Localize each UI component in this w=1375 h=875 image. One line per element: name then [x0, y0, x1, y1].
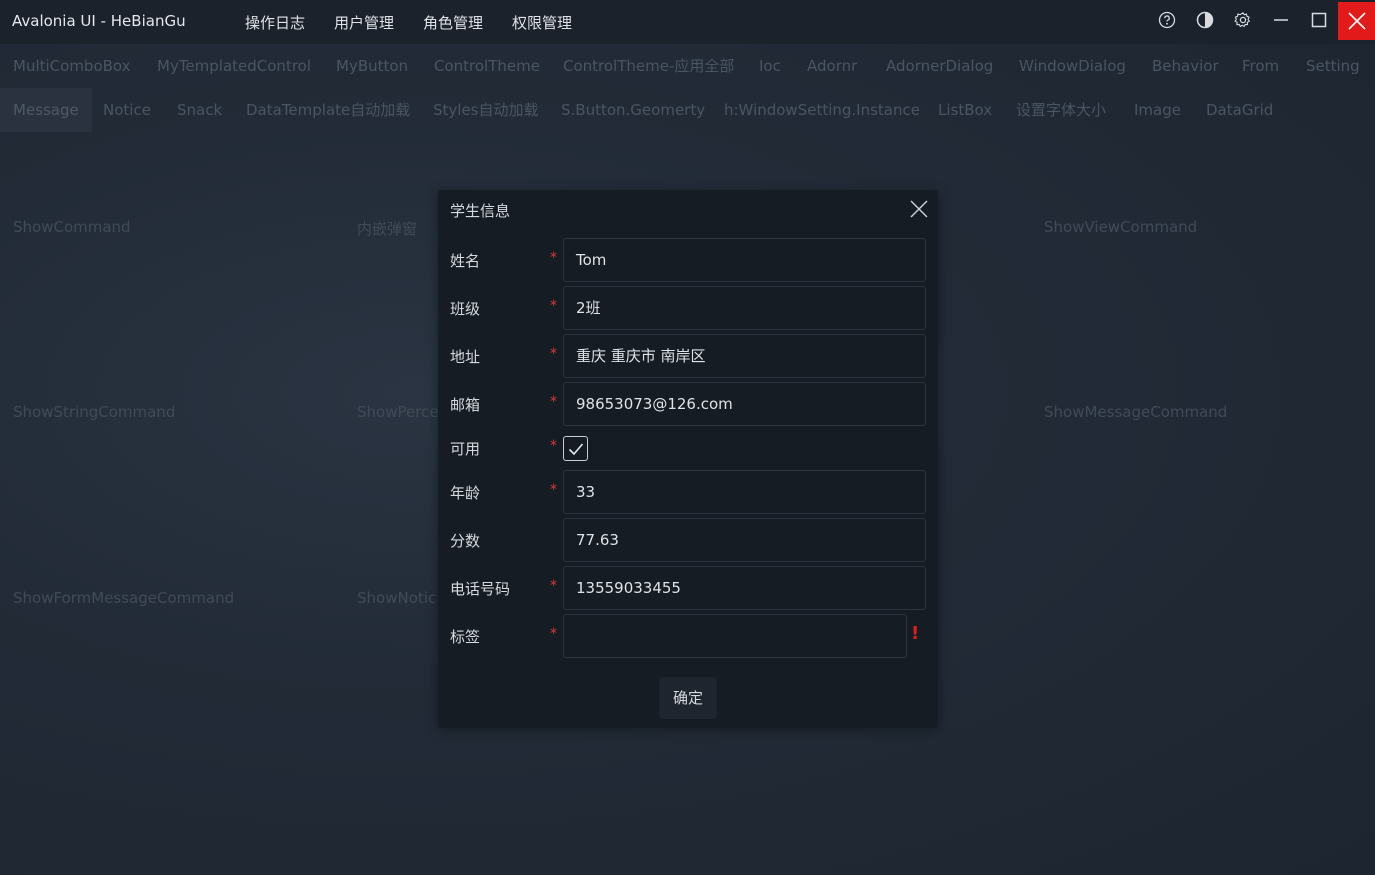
- address-input[interactable]: 重庆 重庆市 南岸区: [563, 334, 926, 378]
- score-label: 分数: [450, 532, 481, 550]
- tab-row-1: MultiComboBox MyTemplatedControl MyButto…: [0, 44, 1375, 88]
- show-command-button[interactable]: ShowCommand: [13, 218, 131, 236]
- name-label: 姓名: [450, 252, 481, 270]
- menu-item-operation-log[interactable]: 操作日志: [245, 12, 305, 33]
- form-row-age: 年龄 * 33: [438, 470, 938, 514]
- title-bar: Avalonia UI - HeBianGu 操作日志 用户管理 角色管理 权限…: [0, 0, 1375, 44]
- tab-datagrid[interactable]: DataGrid: [1193, 88, 1286, 132]
- email-label: 邮箱: [450, 396, 481, 414]
- maximize-icon[interactable]: [1300, 0, 1338, 40]
- form-row-address: 地址 * 重庆 重庆市 南岸区: [438, 334, 938, 378]
- required-mark: *: [550, 578, 557, 594]
- close-icon[interactable]: [1338, 2, 1375, 40]
- phone-input[interactable]: 13559033455: [563, 566, 926, 610]
- theme-icon[interactable]: [1186, 0, 1224, 40]
- show-notice-command-button[interactable]: ShowNotic: [357, 589, 436, 607]
- tab-styles-autoload[interactable]: Styles自动加载: [420, 88, 552, 132]
- confirm-button[interactable]: 确定: [659, 677, 717, 719]
- tab-set-font-size[interactable]: 设置字体大小: [1003, 88, 1119, 132]
- tab-mybutton[interactable]: MyButton: [323, 44, 421, 88]
- tab-behavior[interactable]: Behavior: [1139, 44, 1232, 88]
- help-icon[interactable]: [1148, 0, 1186, 40]
- validation-error-icon: !: [911, 623, 920, 644]
- age-input[interactable]: 33: [563, 470, 926, 514]
- window-controls: [1148, 0, 1375, 40]
- show-string-command-button[interactable]: ShowStringCommand: [13, 403, 175, 421]
- dialog-title: 学生信息: [450, 202, 511, 220]
- menu-item-permission-management[interactable]: 权限管理: [512, 12, 572, 33]
- form-row-email: 邮箱 * 98653073@126.com: [438, 382, 938, 426]
- tab-setting[interactable]: Setting: [1293, 44, 1373, 88]
- app-title: Avalonia UI - HeBianGu: [12, 12, 186, 30]
- tab-windowdialog[interactable]: WindowDialog: [1006, 44, 1139, 88]
- top-menu: 操作日志 用户管理 角色管理 权限管理: [245, 12, 601, 33]
- tags-label: 标签: [450, 628, 481, 646]
- tab-image[interactable]: Image: [1121, 88, 1194, 132]
- tab-adornr[interactable]: Adornr: [794, 44, 870, 88]
- student-info-dialog: 学生信息 姓名 * Tom 班级 * 2班 地址 * 重庆 重庆市 南岸区 邮箱…: [438, 190, 938, 728]
- tab-snack[interactable]: Snack: [164, 88, 235, 132]
- dialog-close-icon[interactable]: [908, 198, 930, 220]
- required-mark: *: [550, 438, 557, 454]
- enabled-checkbox[interactable]: [563, 436, 588, 461]
- tab-controltheme[interactable]: ControlTheme: [421, 44, 553, 88]
- required-mark: *: [550, 626, 557, 642]
- checkmark-icon: [568, 442, 583, 455]
- tab-datatemplate-autoload[interactable]: DataTemplate自动加载: [233, 88, 423, 132]
- name-input[interactable]: Tom: [563, 238, 926, 282]
- class-input[interactable]: 2班: [563, 286, 926, 330]
- address-label: 地址: [450, 348, 481, 366]
- tab-s-button-geomerty[interactable]: S.Button.Geomerty: [548, 88, 718, 132]
- enabled-label: 可用: [450, 440, 481, 458]
- required-mark: *: [550, 250, 557, 266]
- form-row-tags: 标签 * !: [438, 614, 938, 658]
- menu-item-user-management[interactable]: 用户管理: [334, 12, 394, 33]
- tab-notice[interactable]: Notice: [90, 88, 164, 132]
- score-input[interactable]: 77.63: [563, 518, 926, 562]
- inline-dialog-button[interactable]: 内嵌弹窗: [357, 218, 417, 239]
- form-row-name: 姓名 * Tom: [438, 238, 938, 282]
- tab-windowsetting-instance[interactable]: h:WindowSetting.Instance: [711, 88, 933, 132]
- tab-row-2: Message Notice Snack DataTemplate自动加载 St…: [0, 88, 1375, 132]
- tab-listbox[interactable]: ListBox: [925, 88, 1005, 132]
- form-row-phone: 电话号码 * 13559033455: [438, 566, 938, 610]
- required-mark: *: [550, 482, 557, 498]
- settings-icon[interactable]: [1224, 0, 1262, 40]
- show-form-message-command-button[interactable]: ShowFormMessageCommand: [13, 589, 234, 607]
- required-mark: *: [550, 394, 557, 410]
- tab-from[interactable]: From: [1229, 44, 1292, 88]
- tab-message[interactable]: Message: [0, 88, 92, 132]
- tab-adornerdialog[interactable]: AdornerDialog: [873, 44, 1006, 88]
- required-mark: *: [550, 346, 557, 362]
- phone-label: 电话号码: [450, 580, 511, 598]
- tags-input[interactable]: [563, 614, 907, 658]
- required-mark: *: [550, 298, 557, 314]
- tab-controltheme-apply-all[interactable]: ControlTheme-应用全部: [550, 44, 747, 88]
- class-label: 班级: [450, 300, 481, 318]
- show-percent-command-button[interactable]: ShowPerce: [357, 403, 439, 421]
- show-view-command-button[interactable]: ShowViewCommand: [1044, 218, 1197, 236]
- show-message-command-button[interactable]: ShowMessageCommand: [1044, 403, 1227, 421]
- form-row-enabled: 可用 *: [438, 436, 938, 462]
- tab-mytemplatedcontrol[interactable]: MyTemplatedControl: [144, 44, 324, 88]
- age-label: 年龄: [450, 484, 481, 502]
- tab-multicombobox[interactable]: MultiComboBox: [0, 44, 144, 88]
- tab-ioc[interactable]: Ioc: [746, 44, 794, 88]
- form-row-class: 班级 * 2班: [438, 286, 938, 330]
- menu-item-role-management[interactable]: 角色管理: [423, 12, 483, 33]
- email-input[interactable]: 98653073@126.com: [563, 382, 926, 426]
- minimize-icon[interactable]: [1262, 0, 1300, 40]
- form-row-score: 分数 77.63: [438, 518, 938, 562]
